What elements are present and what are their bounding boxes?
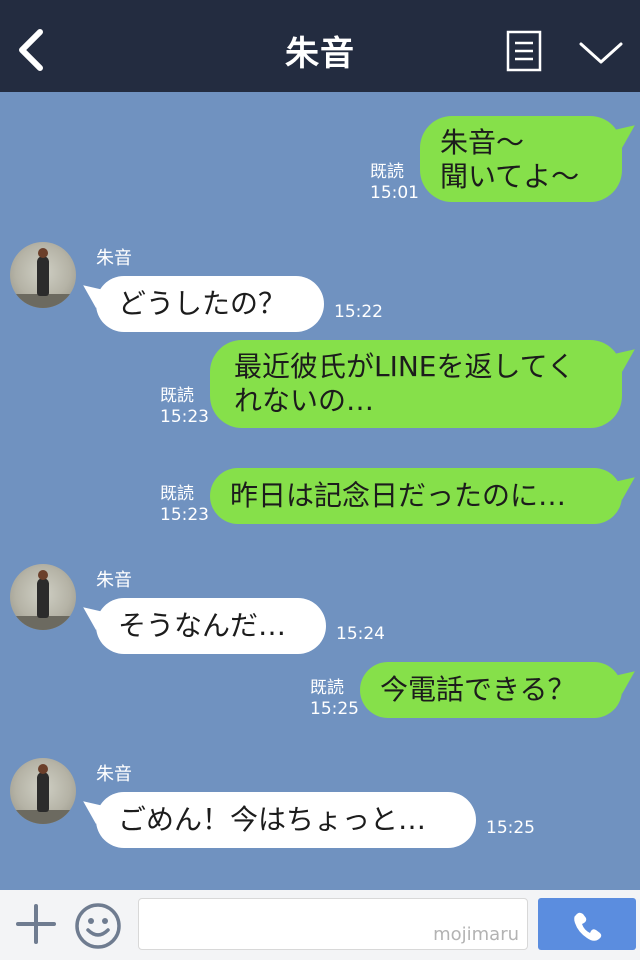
chat-header: 朱音 xyxy=(0,0,640,92)
incoming-message[interactable]: そうなんだ… xyxy=(96,598,326,654)
read-receipt: 既読 xyxy=(160,386,194,406)
avatar[interactable] xyxy=(10,564,76,630)
message-meta: 既読 15:23 xyxy=(160,484,209,526)
message-time: 15:23 xyxy=(160,407,209,427)
message-input[interactable]: mojimaru xyxy=(138,898,528,950)
message-time: 15:24 xyxy=(336,624,385,644)
chevron-down-icon[interactable] xyxy=(578,38,624,68)
menu-icon[interactable] xyxy=(506,30,542,72)
call-button[interactable] xyxy=(538,898,636,950)
sender-name: 朱音 xyxy=(96,764,132,785)
message-time: 15:25 xyxy=(486,818,535,838)
plus-icon[interactable] xyxy=(14,902,58,946)
outgoing-message[interactable]: 今電話できる？ xyxy=(360,662,622,718)
message-meta: 既読 15:25 xyxy=(310,678,359,720)
message-meta: 既読 15:23 xyxy=(160,386,209,428)
chat-title: 朱音 xyxy=(285,34,355,74)
incoming-message[interactable]: どうしたの？ xyxy=(96,276,324,332)
message-time: 15:23 xyxy=(160,505,209,525)
message-time: 15:01 xyxy=(370,183,419,203)
message-list: 既読 15:01 朱音〜 聞いてよ〜 朱音 どうしたの？ 15:22 既読 15… xyxy=(0,92,640,890)
sender-name: 朱音 xyxy=(96,570,132,591)
message-time: 15:25 xyxy=(310,699,359,719)
sender-name: 朱音 xyxy=(96,248,132,269)
smile-icon[interactable] xyxy=(74,902,122,950)
phone-icon xyxy=(574,912,602,941)
read-receipt: 既読 xyxy=(310,678,344,698)
read-receipt: 既読 xyxy=(370,162,404,182)
outgoing-message[interactable]: 昨日は記念日だったのに… xyxy=(210,468,622,524)
outgoing-message[interactable]: 最近彼氏がLINEを返してく れないの… xyxy=(210,340,622,428)
message-time: 15:22 xyxy=(334,302,383,322)
message-meta: 既読 15:01 xyxy=(370,162,419,204)
watermark: mojimaru xyxy=(433,924,519,945)
avatar[interactable] xyxy=(10,242,76,308)
read-receipt: 既読 xyxy=(160,484,194,504)
incoming-message[interactable]: ごめん！今はちょっと… xyxy=(96,792,476,848)
avatar[interactable] xyxy=(10,758,76,824)
outgoing-message[interactable]: 朱音〜 聞いてよ〜 xyxy=(420,116,622,202)
